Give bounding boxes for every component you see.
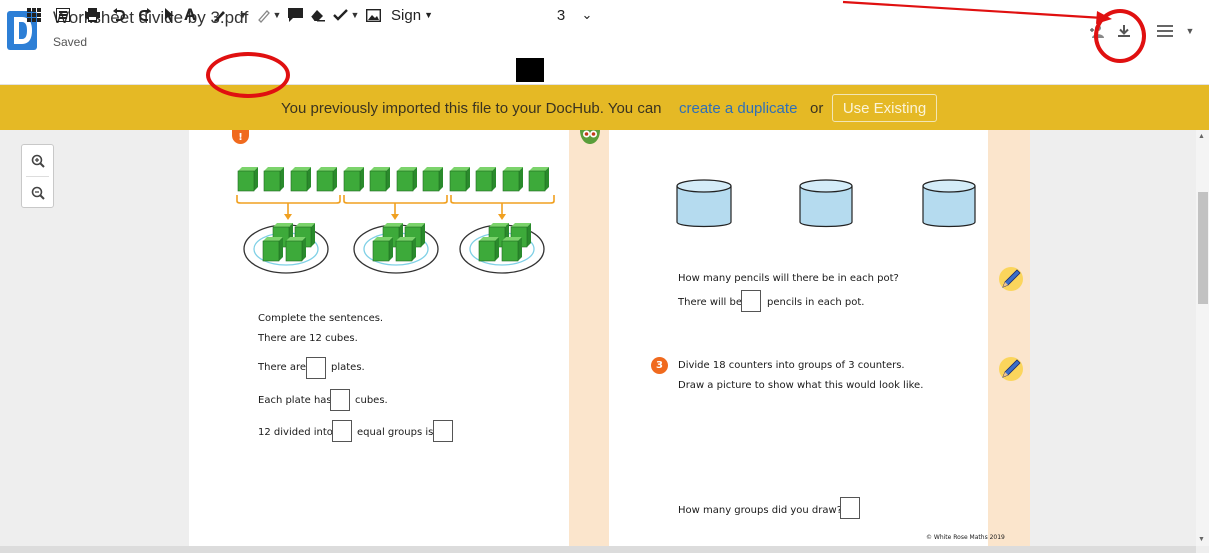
- cubes-diagram: [236, 166, 555, 274]
- download-highlight-circle: [1094, 9, 1146, 63]
- plates-sentence-end: plates.: [331, 362, 365, 373]
- complete-sentences-text: Complete the sentences.: [258, 313, 384, 324]
- pencil-hint-icon: [999, 267, 1023, 291]
- twelve-cubes-text: There are 12 cubes.: [258, 333, 358, 344]
- groups-question-text: How many groups did you draw?: [678, 505, 843, 516]
- pencils-answer-box[interactable]: [741, 290, 761, 312]
- import-notice-banner: You previously imported this file to you…: [0, 85, 1209, 130]
- equal-groups-box[interactable]: [332, 420, 352, 442]
- scroll-down-icon[interactable]: ▼: [1198, 536, 1205, 543]
- cubes-per-plate-end: cubes.: [355, 395, 388, 406]
- cubes-per-plate-start: Each plate has: [258, 395, 332, 406]
- cubes-per-plate-box[interactable]: [330, 389, 350, 411]
- page-center-gutter: [569, 130, 609, 546]
- annotation-arrow: [842, 0, 1112, 24]
- page-right-margin: [988, 130, 1030, 546]
- banner-message: You previously imported this file to you…: [281, 100, 662, 117]
- scroll-up-icon[interactable]: ▲: [1198, 133, 1205, 140]
- groups-result-box[interactable]: [433, 420, 453, 442]
- copyright-text: © White Rose Maths 2019: [926, 534, 1005, 541]
- create-duplicate-link[interactable]: create a duplicate: [679, 100, 797, 117]
- question-badge-3: 3: [651, 357, 668, 374]
- plates-sentence-start: There are: [258, 362, 306, 373]
- pen-highlight-circle: [206, 52, 290, 98]
- pencils-sentence-start: There will be: [678, 297, 743, 308]
- color-swatch[interactable]: [516, 58, 544, 82]
- zoom-controls: [21, 144, 54, 208]
- banner-or-text: or: [810, 100, 824, 117]
- scrollbar-thumb[interactable]: [1198, 192, 1208, 304]
- zoom-in-icon[interactable]: [22, 145, 53, 176]
- divide-counters-text: Divide 18 counters into groups of 3 coun…: [678, 360, 905, 371]
- draw-picture-text: Draw a picture to show what this would l…: [678, 380, 924, 391]
- pencils-sentence-end: pencils in each pot.: [767, 297, 865, 308]
- plates-answer-box[interactable]: [306, 357, 326, 379]
- owl-icon: [580, 130, 600, 144]
- pencil-hint-icon: [999, 357, 1023, 381]
- pencil-pots-diagram: [676, 179, 976, 228]
- divided-into-start: 12 divided into: [258, 427, 333, 438]
- pencils-question-text: How many pencils will there be in each p…: [678, 273, 899, 284]
- zoom-out-icon[interactable]: [22, 177, 53, 208]
- horizontal-scrollbar[interactable]: [0, 546, 1196, 553]
- use-existing-button[interactable]: Use Existing: [832, 94, 937, 122]
- groups-answer-box[interactable]: [840, 497, 860, 519]
- divided-into-middle: equal groups is: [357, 427, 434, 438]
